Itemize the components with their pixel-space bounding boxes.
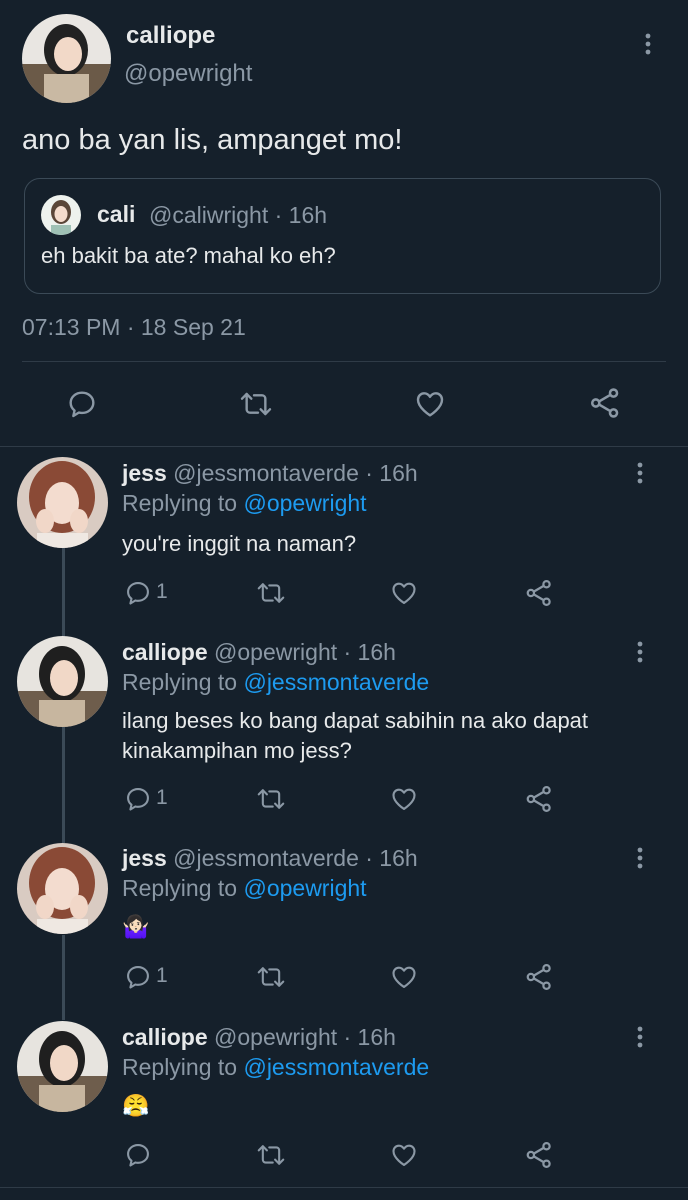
more-options-icon[interactable]	[642, 32, 654, 56]
reply-icon[interactable]	[66, 388, 98, 420]
quoted-tweet-text: eh bakit ba ate? mahal ko eh?	[41, 243, 336, 268]
more-options-icon[interactable]	[634, 846, 646, 870]
quoted-avatar	[41, 195, 81, 235]
reply-header: calliope @opewright · 16h	[122, 1024, 396, 1051]
replying-to-label: Replying to	[122, 669, 238, 695]
retweet-icon[interactable]	[255, 963, 287, 991]
reply-avatar[interactable]	[17, 1021, 108, 1112]
reply-header: jess @jessmontaverde · 16h	[122, 460, 418, 487]
share-icon[interactable]	[524, 962, 554, 992]
reply-author-meta[interactable]: @jessmontaverde · 16h	[173, 460, 418, 486]
retweet-icon[interactable]	[255, 579, 287, 607]
reply-avatar[interactable]	[17, 457, 108, 548]
divider	[22, 361, 666, 362]
like-icon[interactable]	[414, 388, 446, 420]
retweet-icon[interactable]	[238, 388, 274, 420]
reply-avatar[interactable]	[17, 843, 108, 934]
author-name[interactable]: calliope	[126, 22, 215, 50]
retweet-icon[interactable]	[255, 1141, 287, 1169]
replying-to-handle[interactable]: @jessmontaverde	[243, 669, 429, 695]
thread-line	[62, 548, 65, 640]
replying-to: Replying to @opewright	[122, 490, 367, 517]
reply-author-meta[interactable]: @opewright · 16h	[214, 639, 396, 665]
share-icon[interactable]	[524, 1140, 554, 1170]
reply-icon[interactable]	[124, 785, 152, 813]
like-icon[interactable]	[390, 785, 418, 813]
reply-text: ilang beses ko bang dapat sabihin na ako…	[122, 706, 662, 766]
reply-author-meta[interactable]: @jessmontaverde · 16h	[173, 845, 418, 871]
tweet-text: ano ba yan lis, ampanget mo!	[22, 124, 403, 156]
like-icon[interactable]	[390, 1141, 418, 1169]
reply-text-line: ilang beses ko bang dapat sabihin na ako…	[122, 708, 589, 733]
replying-to: Replying to @opewright	[122, 875, 367, 902]
more-options-icon[interactable]	[634, 461, 646, 485]
thread-line	[62, 727, 65, 843]
author-handle[interactable]: @opewright	[124, 60, 252, 88]
reply-author-name[interactable]: calliope	[122, 1024, 208, 1050]
thread-line	[62, 935, 65, 1020]
reply-icon[interactable]	[124, 1141, 152, 1169]
replying-to-label: Replying to	[122, 875, 238, 901]
reply-text: you're inggit na naman?	[122, 531, 357, 556]
reply-avatar[interactable]	[17, 636, 108, 727]
replying-to-handle[interactable]: @opewright	[243, 490, 366, 516]
more-options-icon[interactable]	[634, 640, 646, 664]
reply-author-name[interactable]: jess	[122, 460, 167, 486]
reply-author-meta[interactable]: @opewright · 16h	[214, 1024, 396, 1050]
divider	[0, 1187, 688, 1188]
share-icon[interactable]	[524, 578, 554, 608]
quoted-tweet-card[interactable]: cali @caliwright · 16h eh bakit ba ate? …	[24, 178, 661, 294]
replying-to-handle[interactable]: @jessmontaverde	[243, 1054, 429, 1080]
more-options-icon[interactable]	[634, 1025, 646, 1049]
reply-author-name[interactable]: jess	[122, 845, 167, 871]
reply-icon[interactable]	[124, 579, 152, 607]
reply-text-line: kinakampihan mo jess?	[122, 738, 352, 763]
reply-header: jess @jessmontaverde · 16h	[122, 845, 418, 872]
reply-icon[interactable]	[124, 963, 152, 991]
reply-author-name[interactable]: calliope	[122, 639, 208, 665]
quoted-author-meta: @caliwright · 16h	[149, 202, 328, 228]
replying-to-label: Replying to	[122, 1054, 238, 1080]
divider	[0, 446, 688, 447]
like-icon[interactable]	[390, 579, 418, 607]
reply-count: 1	[156, 786, 168, 809]
reply-header: calliope @opewright · 16h	[122, 639, 396, 666]
share-icon[interactable]	[588, 386, 622, 420]
tweet-timestamp[interactable]: 07:13 PM · 18 Sep 21	[22, 314, 246, 341]
reply-count: 1	[156, 580, 168, 603]
replying-to-handle[interactable]: @opewright	[243, 875, 366, 901]
quoted-author-name: cali	[97, 201, 136, 227]
main-avatar[interactable]	[22, 14, 111, 103]
reply-count: 1	[156, 964, 168, 987]
share-icon[interactable]	[524, 784, 554, 814]
reply-text: 🤷🏻‍♀️	[122, 914, 150, 939]
replying-to-label: Replying to	[122, 490, 238, 516]
replying-to: Replying to @jessmontaverde	[122, 669, 429, 696]
retweet-icon[interactable]	[255, 785, 287, 813]
replying-to: Replying to @jessmontaverde	[122, 1054, 429, 1081]
like-icon[interactable]	[390, 963, 418, 991]
reply-text: 😤	[122, 1093, 150, 1118]
